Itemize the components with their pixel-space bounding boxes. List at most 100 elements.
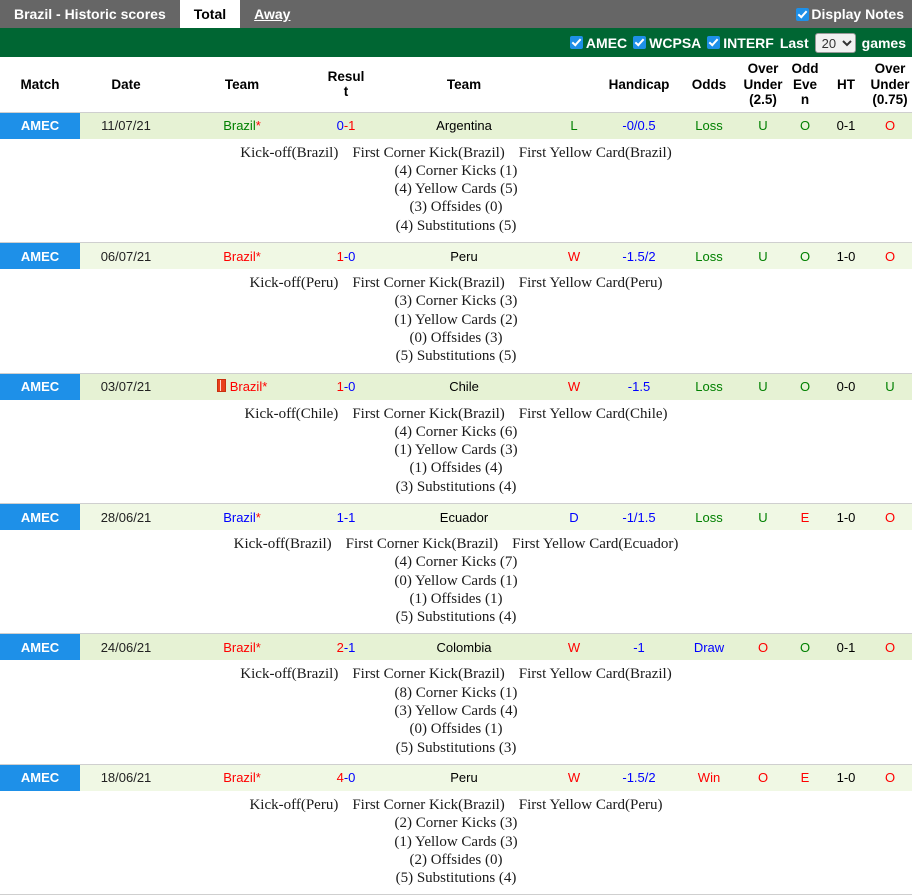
row-away-team: Argentina (380, 112, 548, 139)
filter-wcpsa[interactable]: WCPSA (633, 35, 701, 51)
col-header-match[interactable]: Match (0, 57, 80, 112)
row-date: 03/07/21 (80, 373, 172, 400)
table-row[interactable]: AMEC03/07/21Brazil*1-0ChileW-1.5LossUO0-… (0, 373, 912, 400)
row-result-score[interactable]: 4-0 (312, 764, 380, 791)
row-handicap-result: W (548, 243, 600, 270)
page-title: Brazil - Historic scores (0, 0, 180, 28)
col-header-date[interactable]: Date (80, 57, 172, 112)
row-away-team: Ecuador (380, 504, 548, 531)
notes-row: Kick-off(Peru)First Corner Kick(Brazil)F… (0, 269, 912, 373)
interf-label: INTERF (723, 35, 774, 51)
note-corner-kicks: (4) Corner Kicks (7) (0, 553, 912, 571)
tab-away[interactable]: Away (240, 0, 304, 28)
wcpsa-checkbox[interactable] (633, 36, 646, 49)
row-home-team[interactable]: Brazil* (172, 112, 312, 139)
col-header-odd-even[interactable]: Odd Eve n (786, 57, 824, 112)
row-date: 06/07/21 (80, 243, 172, 270)
col-header-ht[interactable]: HT (824, 57, 868, 112)
row-home-team[interactable]: Brazil* (172, 634, 312, 661)
table-header-row: Match Date Team Resul t Team Handicap Od… (0, 57, 912, 112)
interf-checkbox[interactable] (707, 36, 720, 49)
score-away: 1 (348, 118, 355, 133)
row-odds: Loss (678, 373, 740, 400)
row-handicap: -0/0.5 (600, 112, 678, 139)
games-count-select[interactable]: 10203050 (815, 33, 856, 53)
row-away-team: Peru (380, 764, 548, 791)
table-row[interactable]: AMEC18/06/21Brazil*4-0PeruW-1.5/2WinOE1-… (0, 764, 912, 791)
table-body: AMEC11/07/21Brazil*0-1ArgentinaL-0/0.5Lo… (0, 112, 912, 895)
row-home-team[interactable]: Brazil* (172, 243, 312, 270)
row-away-team: Chile (380, 373, 548, 400)
row-away-team: Peru (380, 243, 548, 270)
amec-checkbox[interactable] (570, 36, 583, 49)
notes-line-events: Kick-off(Brazil)First Corner Kick(Brazil… (0, 144, 912, 162)
col-header-over-under-25[interactable]: Over Under (2.5) (740, 57, 786, 112)
score-home: 4 (337, 770, 344, 785)
note-yellow-cards: (1) Yellow Cards (3) (0, 833, 912, 851)
note-kickoff: Kick-off(Brazil) (234, 536, 332, 552)
table-row[interactable]: AMEC11/07/21Brazil*0-1ArgentinaL-0/0.5Lo… (0, 112, 912, 139)
score-home: 1 (337, 510, 344, 525)
match-notes: Kick-off(Chile)First Corner Kick(Brazil)… (0, 405, 912, 496)
row-result-score[interactable]: 1-0 (312, 243, 380, 270)
home-team-asterisk: * (256, 770, 261, 785)
match-notes: Kick-off(Peru)First Corner Kick(Brazil)F… (0, 796, 912, 887)
score-away: 1 (348, 640, 355, 655)
table-row[interactable]: AMEC28/06/21Brazil*1-1EcuadorD-1/1.5Loss… (0, 504, 912, 531)
table-row[interactable]: AMEC24/06/21Brazil*2-1ColombiaW-1DrawOO0… (0, 634, 912, 661)
note-substitutions: (5) Substitutions (4) (0, 608, 912, 626)
note-offsides: (1) Offsides (4) (0, 459, 912, 477)
row-odd-even: O (786, 373, 824, 400)
match-notes: Kick-off(Brazil)First Corner Kick(Brazil… (0, 535, 912, 626)
row-odds: Loss (678, 112, 740, 139)
note-kickoff: Kick-off(Brazil) (240, 145, 338, 161)
row-odd-even: E (786, 764, 824, 791)
home-team-name: Brazil (223, 118, 256, 133)
note-kickoff: Kick-off(Peru) (249, 275, 338, 291)
home-team-name: Brazil (223, 640, 256, 655)
row-home-team[interactable]: Brazil* (172, 504, 312, 531)
table-row[interactable]: AMEC06/07/21Brazil*1-0PeruW-1.5/2LossUO1… (0, 243, 912, 270)
col-header-over-under-075[interactable]: Over Under (0.75) (868, 57, 912, 112)
row-handicap-result: W (548, 764, 600, 791)
display-notes-checkbox[interactable] (796, 8, 809, 21)
col-header-handicap-result (548, 57, 600, 112)
col-header-result[interactable]: Resul t (312, 57, 380, 112)
row-away-team: Colombia (380, 634, 548, 661)
row-result-score[interactable]: 1-0 (312, 373, 380, 400)
row-league-badge: AMEC (0, 634, 80, 661)
row-league-badge: AMEC (0, 373, 80, 400)
row-home-team[interactable]: Brazil* (172, 764, 312, 791)
note-first-yellow: First Yellow Card(Brazil) (519, 145, 672, 161)
row-handicap-result: D (548, 504, 600, 531)
note-kickoff: Kick-off(Chile) (244, 406, 338, 422)
filter-amec[interactable]: AMEC (570, 35, 627, 51)
row-league-badge: AMEC (0, 764, 80, 791)
note-corner-kicks: (2) Corner Kicks (3) (0, 814, 912, 832)
col-header-odds[interactable]: Odds (678, 57, 740, 112)
row-odds: Loss (678, 504, 740, 531)
row-result-score[interactable]: 1-1 (312, 504, 380, 531)
note-yellow-cards: (1) Yellow Cards (3) (0, 441, 912, 459)
row-handicap-result: W (548, 373, 600, 400)
col-header-handicap[interactable]: Handicap (600, 57, 678, 112)
red-card-icon (217, 379, 226, 392)
row-home-team[interactable]: Brazil* (172, 373, 312, 400)
row-odd-even: O (786, 243, 824, 270)
display-notes-toggle[interactable]: Display Notes (796, 0, 912, 28)
row-over-under-25: O (740, 634, 786, 661)
note-corner-kicks: (3) Corner Kicks (3) (0, 292, 912, 310)
row-handicap: -1/1.5 (600, 504, 678, 531)
filter-interf[interactable]: INTERF (707, 35, 774, 51)
row-result-score[interactable]: 2-1 (312, 634, 380, 661)
row-result-score[interactable]: 0-1 (312, 112, 380, 139)
score-home: 2 (337, 640, 344, 655)
notes-line-events: Kick-off(Brazil)First Corner Kick(Brazil… (0, 535, 912, 553)
row-over-under-25: U (740, 243, 786, 270)
ou25-line2: Under (743, 77, 782, 92)
row-over-under-075: O (868, 634, 912, 661)
tab-total[interactable]: Total (180, 0, 240, 28)
col-header-team-away[interactable]: Team (380, 57, 548, 112)
row-odd-even: O (786, 634, 824, 661)
col-header-team-home[interactable]: Team (172, 57, 312, 112)
